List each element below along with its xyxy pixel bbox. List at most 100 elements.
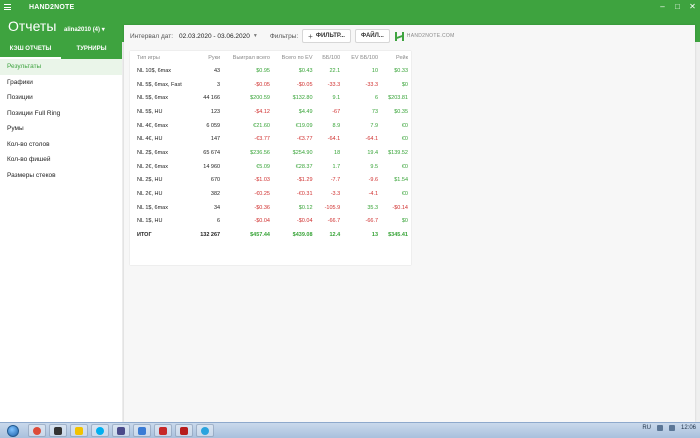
sidebar-item-results[interactable]: Результаты	[0, 59, 122, 75]
table-cell: 9.5	[370, 163, 379, 170]
table-cell: 147	[210, 136, 221, 143]
close-icon[interactable]: ✕	[688, 2, 697, 11]
table-row[interactable]: NL 2€, HU 382 -€0.25 -€0.31 -3.3 -4.1 €0	[130, 187, 411, 201]
table-row[interactable]: NL 5$, 6max 44 166 $200.59 $132.80 9.1 6 $203.…	[130, 91, 411, 105]
system-tray: RU 12:06	[642, 425, 696, 431]
table-row[interactable]: NL 1$, HU 6 -$0.04 -$0.04 -66.7 -66.7 $0	[130, 215, 411, 229]
table-row[interactable]: NL 1$, 6max 34 -$0.36 $0.12 -105.9 35.3 -$0.14	[130, 201, 411, 215]
table-cell: $0.95	[256, 67, 270, 74]
table-cell: -9.6	[368, 177, 379, 184]
volume-icon[interactable]	[668, 425, 675, 431]
col-bb100[interactable]: ББ/100	[316, 51, 344, 64]
chrome-icon[interactable]	[28, 424, 46, 437]
table-cell: NL 4€, HU	[137, 136, 163, 143]
chevron-down-icon[interactable]: ▼	[253, 33, 258, 39]
language-indicator[interactable]: RU	[642, 425, 651, 431]
col-rake[interactable]: Рейк	[381, 51, 411, 64]
table-cell: NL 4€, 6max	[137, 122, 168, 129]
hamburger-menu-icon[interactable]	[0, 0, 14, 14]
title-bar: HAND2NOTE – □ ✕	[0, 0, 700, 14]
tab-cash-reports[interactable]: КЭШ ОТЧЕТЫ	[0, 42, 61, 59]
sidebar-item-fish-count[interactable]: Кол-во фишей	[0, 152, 122, 168]
table-cell: -$0.36	[254, 204, 270, 211]
table-cell: NL 5$, 6max, Fast	[137, 81, 182, 88]
table-cell: €0	[401, 191, 408, 198]
start-button[interactable]	[2, 424, 24, 438]
plus-icon: +	[308, 31, 313, 41]
sidebar-item-stack-sizes[interactable]: Размеры стеков	[0, 168, 122, 184]
sidebar-item-table-count[interactable]: Кол-во столов	[0, 137, 122, 153]
date-range-selector[interactable]: 02.03.2020 - 03.06.2020	[179, 33, 250, 40]
table-cell: $0.35	[394, 108, 408, 115]
tab-tournaments[interactable]: ТУРНИРЫ	[61, 42, 122, 59]
table-cell: $0.43	[298, 67, 313, 74]
add-filter-button[interactable]: + ФИЛЬТР...	[302, 29, 351, 43]
sidebar-item-rooms[interactable]: Румы	[0, 121, 122, 137]
terminal-icon[interactable]	[49, 424, 67, 437]
table-row[interactable]: NL 10$, 6max 43 $0.95 $0.43 22.1 10 $0.33	[130, 64, 411, 78]
app-title: HAND2NOTE	[29, 3, 75, 11]
skype-icon[interactable]	[91, 424, 109, 437]
total-cell: $439.08	[292, 232, 313, 239]
col-ev-bb100[interactable]: EV ББ/100	[343, 51, 381, 64]
notes-icon[interactable]	[70, 424, 88, 437]
table-cell: $203.81	[388, 95, 408, 102]
sidebar-item-positions-full-ring[interactable]: Позиции Full Ring	[0, 106, 122, 122]
table-row[interactable]: NL 5$, 6max, Fast 3 -$0.05 -$0.05 -33.3 -33.3…	[130, 78, 411, 92]
network-icon[interactable]	[656, 425, 663, 431]
media-icon[interactable]	[112, 424, 130, 437]
table-cell: 8.9	[332, 122, 341, 129]
minimize-icon[interactable]: –	[658, 2, 667, 11]
table-cell: 6	[374, 95, 379, 102]
account-selector[interactable]: alina2010 (4) ▾	[64, 26, 105, 33]
filters-label: Фильтры:	[269, 32, 299, 40]
table-cell: 123	[210, 108, 221, 115]
total-cell: 132 267	[200, 232, 221, 239]
table-cell: NL 5$, 6max	[137, 95, 168, 102]
col-won-total[interactable]: Выиграл всего	[223, 51, 273, 64]
col-game-type[interactable]: Тип игры	[130, 51, 193, 64]
table-row[interactable]: NL 4€, HU 147 -€3.77 -€3.77 -64.1 -64.1 €0	[130, 132, 411, 146]
poker-icon[interactable]	[154, 424, 172, 437]
total-cell: 13	[371, 232, 379, 239]
table-cell: 1.7	[332, 163, 341, 170]
table-cell: $139.52	[388, 149, 408, 156]
table-cell: -3.3	[330, 191, 341, 198]
table-cell: -66.7	[365, 218, 379, 225]
table-cell: 65 674	[203, 149, 221, 156]
table-cell: 6	[217, 218, 221, 225]
table-row[interactable]: NL 2$, HU 670 -$1.03 -$1.29 -7.7 -9.6 $1.54	[130, 174, 411, 188]
report-panel: Интервал дат: 02.03.2020 - 03.06.2020 ▼ …	[124, 25, 695, 422]
sidebar-item-graphs[interactable]: Графики	[0, 75, 122, 91]
table-cell: 382	[210, 191, 221, 198]
cards-icon[interactable]	[175, 424, 193, 437]
clock[interactable]: 12:06	[681, 425, 696, 431]
table-cell: -€0.25	[254, 191, 270, 198]
telegram-icon[interactable]	[196, 424, 214, 437]
total-cell: 12.4	[329, 232, 341, 239]
table-cell: -66.7	[327, 218, 341, 225]
table-cell: -$1.03	[254, 177, 270, 184]
table-cell: 6 059	[206, 122, 221, 129]
table-cell: -64.1	[327, 136, 341, 143]
table-cell: €5.09	[256, 163, 270, 170]
image-icon[interactable]	[133, 424, 151, 437]
table-row[interactable]: NL 2$, 6max 65 674 $236.56 $254.90 18 19.4 $13…	[130, 146, 411, 160]
table-row[interactable]: NL 4€, 6max 6 059 €21.60 €19.09 8.9 7.9 €0	[130, 119, 411, 133]
table-cell: €0	[401, 136, 408, 143]
col-ev-total[interactable]: Всего по EV	[273, 51, 316, 64]
table-total-row: ИТОГ 132 267 $457.44 $439.08 12.4 13 $345.41	[130, 228, 411, 242]
table-cell: 34	[213, 204, 221, 211]
table-cell: -$0.04	[254, 218, 270, 225]
table-cell: 3	[217, 81, 221, 88]
table-cell: -64.1	[365, 136, 379, 143]
table-row[interactable]: NL 5$, HU 123 -$4.12 $4.49 -67 73 $0.35	[130, 105, 411, 119]
table-row[interactable]: NL 2€, 6max 14 960 €5.09 €28.37 1.7 9.5 €0	[130, 160, 411, 174]
file-button[interactable]: ФАЙЛ...	[354, 29, 390, 43]
table-cell: NL 2€, 6max	[137, 163, 168, 170]
col-hands[interactable]: Руки	[193, 51, 223, 64]
sidebar-item-positions[interactable]: Позиции	[0, 90, 122, 106]
table-cell: $0.12	[298, 204, 313, 211]
maximize-icon[interactable]: □	[673, 2, 682, 11]
table-cell: 14 960	[203, 163, 221, 170]
